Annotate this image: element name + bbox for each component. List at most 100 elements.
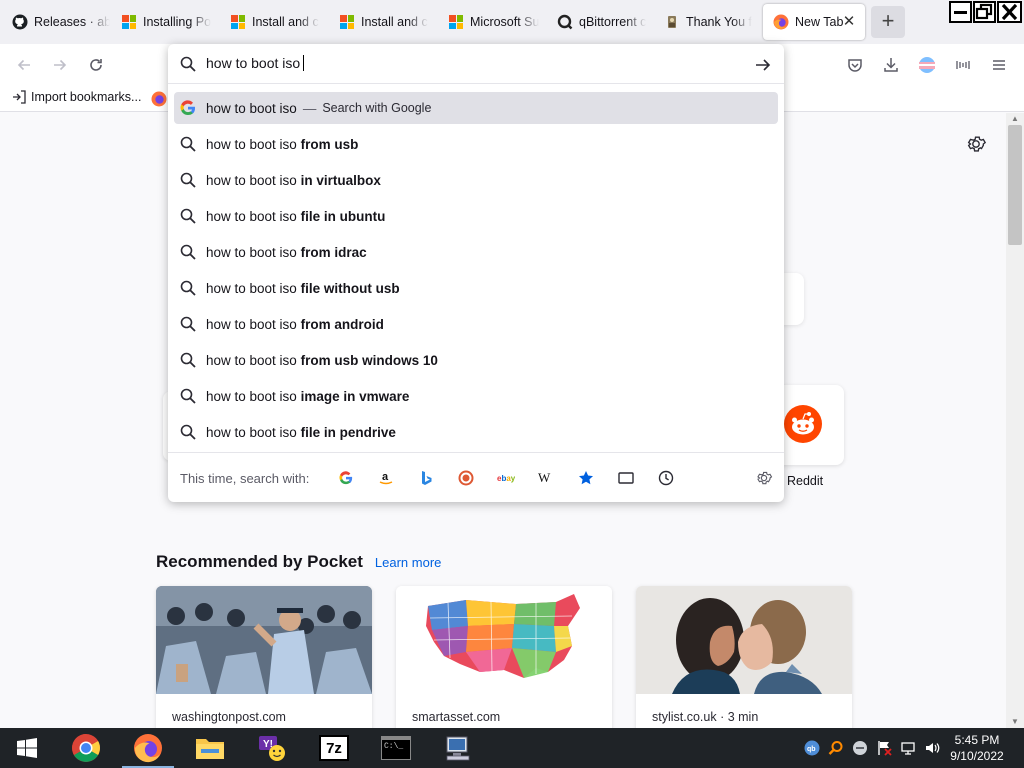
page-scrollbar[interactable]: ▲ ▼: [1006, 113, 1024, 728]
command-prompt-icon[interactable]: C:\_: [366, 728, 426, 768]
url-input-row[interactable]: how to boot iso: [168, 44, 784, 84]
search-suggestion[interactable]: how to boot iso in virtualbox: [174, 164, 778, 196]
tabs-icon[interactable]: [615, 467, 637, 489]
suggestion-prefix: how to boot iso: [206, 136, 297, 152]
pocket-story-card[interactable]: stylist.co.uk · 3 min: [636, 586, 852, 728]
search-suggestion[interactable]: how to boot iso image in vmware: [174, 380, 778, 412]
back-button[interactable]: [11, 52, 37, 78]
tab-releases[interactable]: Releases · ab: [2, 4, 110, 40]
pocket-story-card[interactable]: washingtonpost.com: [156, 586, 372, 728]
url-input[interactable]: how to boot iso: [206, 55, 305, 71]
suggestion-prefix: how to boot iso: [206, 172, 297, 188]
search-suggestion[interactable]: how to boot iso from usb windows 10: [174, 344, 778, 376]
suggestion-prefix: how to boot iso: [206, 244, 297, 260]
forward-button[interactable]: [47, 52, 73, 78]
suggestion-completion: in virtualbox: [300, 172, 381, 188]
search-suggestion[interactable]: how to boot iso file in pendrive: [174, 416, 778, 448]
suggestion-completion: file in pendrive: [300, 424, 396, 440]
story-image: [156, 586, 372, 694]
search-icon: [180, 172, 196, 188]
network-computer-icon[interactable]: [428, 728, 488, 768]
search-suggestion[interactable]: how to boot iso from android: [174, 308, 778, 340]
suggestion-prefix: how to boot iso: [206, 424, 297, 440]
flag-tray-icon[interactable]: [872, 738, 896, 758]
account-button[interactable]: [914, 52, 940, 78]
tab-thank-you[interactable]: Thank You f: [654, 4, 760, 40]
google-icon[interactable]: [335, 467, 357, 489]
suggestion-completion: from idrac: [300, 244, 367, 260]
bing-icon[interactable]: [415, 467, 437, 489]
cmd-label: C:\_: [381, 736, 411, 760]
status-tray-icon[interactable]: [848, 738, 872, 758]
tab-new-tab[interactable]: New Tab ✕: [763, 4, 865, 40]
download-icon: [884, 58, 898, 72]
volume-tray-icon[interactable]: [920, 738, 944, 758]
search-suggestion[interactable]: how to boot iso file in ubuntu: [174, 200, 778, 232]
amazon-icon[interactable]: a: [375, 467, 397, 489]
search-with-google-suggestion[interactable]: how to boot iso — Search with Google: [174, 92, 778, 124]
extension-button[interactable]: [950, 52, 976, 78]
duckduckgo-icon[interactable]: [455, 467, 477, 489]
svg-text:a: a: [382, 471, 389, 483]
qbittorrent-tray-icon[interactable]: qb: [800, 738, 824, 758]
window-restore-button[interactable]: [973, 1, 996, 23]
tab-title: New Tab: [795, 15, 844, 29]
taskbar-clock[interactable]: 5:45 PM 9/10/2022: [944, 732, 1010, 764]
search-icon: [180, 424, 196, 440]
search-tray-icon[interactable]: [824, 738, 848, 758]
suggestion-prefix: how to boot iso: [206, 208, 297, 224]
downloads-button[interactable]: [878, 52, 904, 78]
pocket-story-card[interactable]: smartasset.com: [396, 586, 612, 728]
tab-microsoft-support[interactable]: Microsoft Su: [438, 4, 546, 40]
tab-install-2[interactable]: Install and c: [329, 4, 437, 40]
tab-qbittorrent[interactable]: qBittorrent c: [547, 4, 653, 40]
search-suggestion[interactable]: how to boot iso file without usb: [174, 272, 778, 304]
network-tray-icon[interactable]: [896, 738, 920, 758]
pocket-learn-more-link[interactable]: Learn more: [375, 555, 441, 570]
scroll-up-arrow-icon[interactable]: ▲: [1009, 114, 1021, 124]
suggestion-completion: from usb: [300, 136, 359, 152]
search-suggestion[interactable]: how to boot iso from idrac: [174, 236, 778, 268]
wikipedia-icon[interactable]: W: [535, 467, 557, 489]
tab-title: Releases · ab: [34, 15, 110, 29]
pocket-button[interactable]: [842, 52, 868, 78]
close-tab-icon[interactable]: ✕: [841, 14, 857, 30]
7zip-icon[interactable]: 7z: [304, 728, 364, 768]
search-icon: [180, 352, 196, 368]
tab-installing[interactable]: Installing Po: [111, 4, 219, 40]
tab-title: Installing Po: [143, 15, 212, 29]
github-icon: [12, 14, 28, 30]
search-suggestion[interactable]: how to boot iso from usb: [174, 128, 778, 160]
suggestion-prefix: how to boot iso: [206, 316, 297, 332]
svg-text:ebay: ebay: [497, 474, 515, 483]
personalize-gear-icon[interactable]: [965, 133, 987, 155]
start-button[interactable]: [0, 728, 54, 768]
chrome-icon[interactable]: [56, 728, 116, 768]
scrollbar-thumb[interactable]: [1008, 125, 1022, 245]
url-bar-dropdown: how to boot iso how to boot iso — Search…: [168, 44, 784, 502]
bookmarks-star-icon[interactable]: [575, 467, 597, 489]
scroll-down-arrow-icon[interactable]: ▼: [1009, 717, 1021, 727]
tab-install-1[interactable]: Install and c: [220, 4, 328, 40]
firefox-icon[interactable]: [118, 728, 178, 768]
ebay-icon[interactable]: ebay: [495, 467, 517, 489]
window-close-button[interactable]: [997, 1, 1022, 23]
suggestion-separator: —: [302, 100, 317, 116]
window-minimize-button[interactable]: [949, 1, 972, 23]
reload-button[interactable]: [83, 52, 109, 78]
suggestion-prefix: how to boot iso: [206, 280, 297, 296]
tab-title: Install and c: [252, 15, 319, 29]
search-settings-gear-icon[interactable]: [753, 467, 775, 489]
import-icon: [13, 90, 26, 104]
suggestion-action: Search with Google: [322, 101, 432, 115]
go-arrow-icon[interactable]: [754, 56, 772, 74]
new-tab-button[interactable]: +: [871, 6, 905, 38]
firefox-bookmark-icon[interactable]: [151, 91, 167, 107]
import-bookmarks-button[interactable]: Import bookmarks...: [12, 90, 141, 104]
search-icon: [180, 280, 196, 296]
app-menu-button[interactable]: [986, 52, 1012, 78]
file-explorer-icon[interactable]: [180, 728, 240, 768]
history-icon[interactable]: [655, 467, 677, 489]
windows-taskbar: Y! 7z C:\_ qb 5:45 PM 9/10/2022: [0, 728, 1024, 768]
yahoo-messenger-icon[interactable]: Y!: [242, 728, 302, 768]
